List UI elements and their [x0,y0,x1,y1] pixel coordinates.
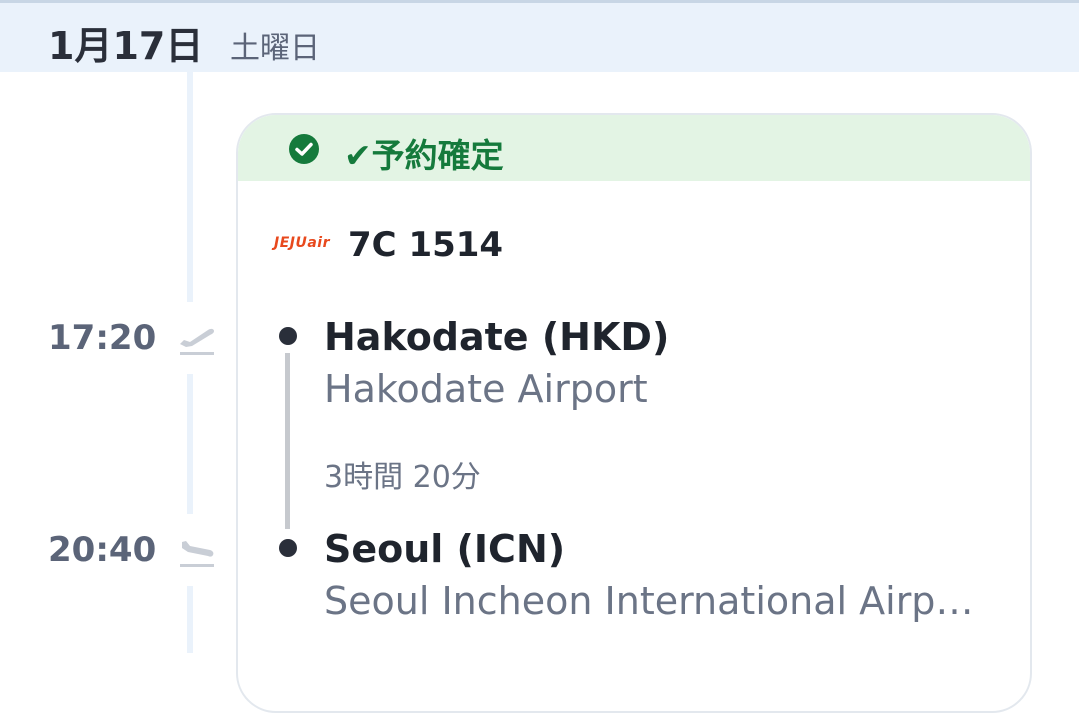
destination-airport: Seoul Incheon International Airport [324,579,984,623]
departure-time: 17:20 [48,318,157,358]
arrival-time: 20:40 [48,530,157,570]
destination-dot [279,539,297,557]
date-header: 1月17日 土曜日 [0,3,1079,72]
booking-status-banner: ✔予約確定 [238,115,1030,181]
destination-city: Seoul (ICN) [324,527,566,571]
takeoff-icon [168,302,224,374]
flight-duration: 3時間 20分 [324,460,481,495]
origin-airport: Hakodate Airport [324,367,648,411]
airline-logo: JEJUair [274,235,330,251]
booking-status-text: ✔予約確定 [344,136,504,175]
route-line [285,353,290,529]
flight-number: 7C 1514 [348,225,504,265]
date-label: 1月17日 [48,24,204,68]
origin-dot [279,327,297,345]
check-circle-icon [288,133,320,165]
landing-icon [168,514,224,586]
origin-city: Hakodate (HKD) [324,315,670,359]
flight-card[interactable]: ✔予約確定 JEJUair 7C 1514 Hakodate (HKD) Hak… [236,113,1032,713]
weekday-label: 土曜日 [230,31,320,66]
